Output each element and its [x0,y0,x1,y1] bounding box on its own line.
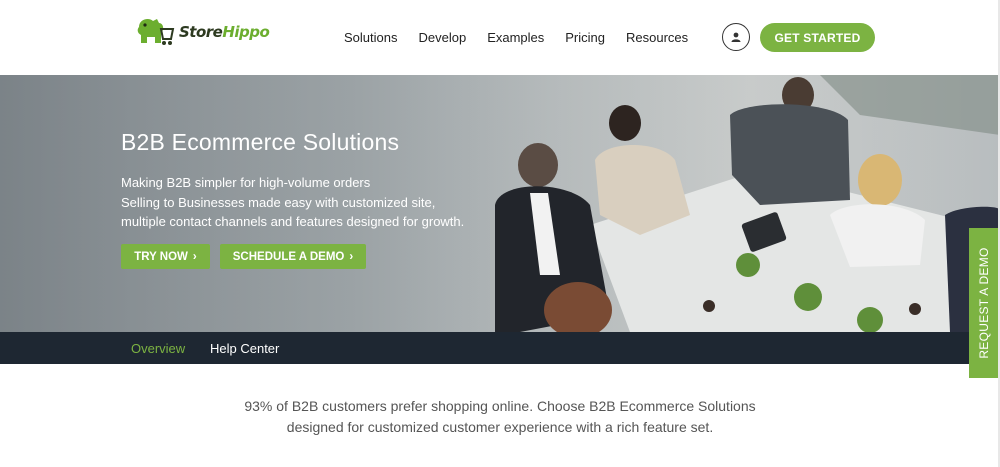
tab-overview[interactable]: Overview [131,341,185,356]
storehippo-logo[interactable]: StoreHippo [133,12,273,52]
tab-help-center[interactable]: Help Center [210,341,279,356]
hero-title: B2B Ecommerce Solutions [121,129,400,155]
chevron-right-icon: › [192,250,197,263]
intro-text: 93% of B2B customers prefer shopping onl… [0,396,1000,438]
try-now-label: TRY NOW [134,250,188,263]
user-account-button[interactable] [722,23,750,51]
schedule-demo-button[interactable]: SCHEDULE A DEMO › [220,244,366,269]
logo-text-store: Store [179,23,223,41]
logo-text-hippo: Hippo [222,23,270,41]
try-now-button[interactable]: TRY NOW › [121,244,210,269]
nav-resources[interactable]: Resources [626,30,688,45]
hippo-cart-logo-icon [137,19,175,45]
hero-description-line: Making B2B simpler for high-volume order… [121,175,371,190]
get-started-button[interactable]: GET STARTED [760,23,875,52]
schedule-demo-label: SCHEDULE A DEMO [232,250,345,263]
nav-examples[interactable]: Examples [487,30,544,45]
nav-develop[interactable]: Develop [418,30,466,45]
logo-wordmark: StoreHippo [179,23,270,41]
intro-line: designed for customized customer experie… [286,419,714,435]
site-header: StoreHippo Solutions Develop Examples Pr… [0,0,1000,75]
user-icon [731,32,741,42]
intro-line: 93% of B2B customers prefer shopping onl… [244,398,756,414]
hero-description: Making B2B simpler for high-volume order… [121,173,521,232]
request-demo-side-tab[interactable]: REQUEST A DEMO [969,228,998,378]
hero-description-line: Selling to Businesses made easy with cus… [121,194,436,210]
nav-pricing[interactable]: Pricing [565,30,605,45]
chevron-right-icon: › [349,250,354,263]
main-nav: Solutions Develop Examples Pricing Resou… [344,30,709,45]
request-demo-label: REQUEST A DEMO [976,247,991,359]
hero-description-line: multiple contact channels and features d… [121,214,465,229]
sub-navigation: Overview Help Center [0,332,1000,364]
nav-solutions[interactable]: Solutions [344,30,397,45]
hero-banner: B2B Ecommerce Solutions Making B2B simpl… [0,75,1000,332]
